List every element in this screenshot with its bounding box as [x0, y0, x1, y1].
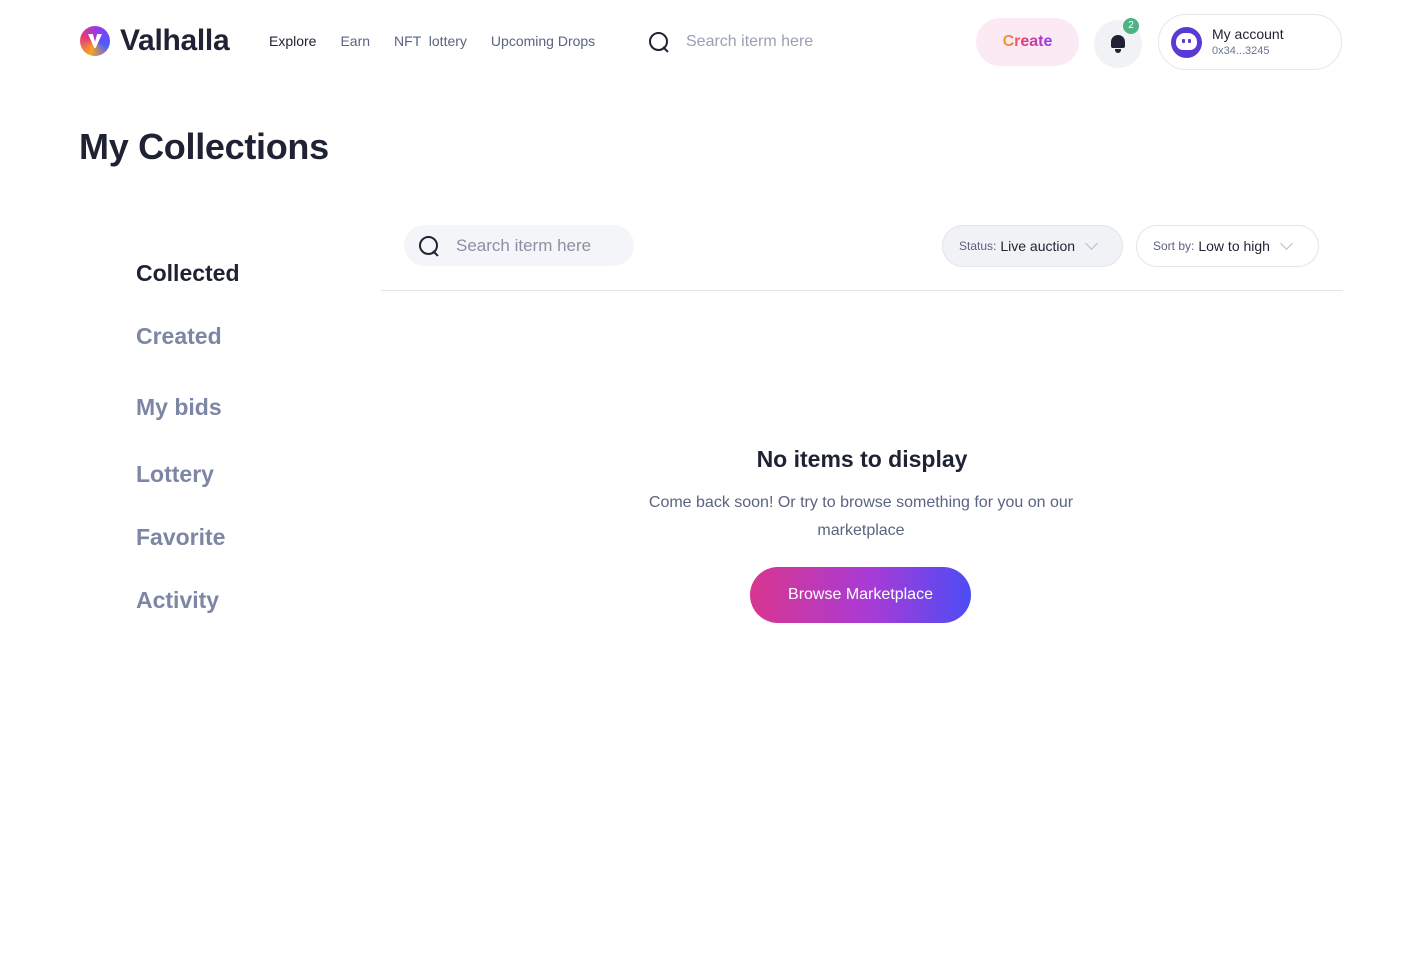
collection-search-input[interactable]	[456, 235, 626, 256]
browse-marketplace-button[interactable]: Browse Marketplace	[750, 567, 971, 623]
create-button-label: Create	[1002, 33, 1053, 50]
sidebar-item-created[interactable]: Created	[136, 323, 222, 350]
main-nav: Explore Earn NFT lottery Upcoming Drops	[269, 33, 619, 49]
empty-state-description: Come back soon! Or try to browse somethi…	[648, 494, 1074, 539]
status-value: Live auction	[1000, 238, 1076, 254]
divider	[381, 290, 1343, 291]
header-search	[648, 28, 948, 56]
search-icon[interactable]	[418, 235, 440, 257]
logo-icon	[80, 26, 110, 56]
status-dropdown[interactable]: Status: Live auction	[942, 225, 1123, 267]
logo[interactable]: Valhalla	[80, 24, 230, 58]
chevron-down-icon	[1085, 237, 1098, 250]
sort-label: Sort by:	[1153, 239, 1195, 253]
sidebar-item-my-bids[interactable]: My bids	[136, 394, 222, 421]
sidebar-item-activity[interactable]: Activity	[136, 587, 219, 614]
sort-dropdown[interactable]: Sort by: Low to high	[1136, 225, 1319, 267]
sidebar-item-lottery[interactable]: Lottery	[136, 461, 214, 488]
sidebar-item-collected[interactable]: Collected	[136, 260, 240, 287]
nav-upcoming-drops[interactable]: Upcoming Drops	[491, 33, 595, 49]
nav-earn[interactable]: Earn	[340, 33, 370, 49]
account-name: My account	[1212, 26, 1284, 42]
status-label: Status:	[959, 239, 997, 253]
logo-text: Valhalla	[120, 24, 230, 57]
page-title: My Collections	[79, 126, 329, 167]
account-button[interactable]: My account 0x34...3245	[1158, 14, 1342, 70]
sidebar-item-favorite[interactable]: Favorite	[136, 524, 225, 551]
create-button[interactable]: Create	[976, 18, 1079, 66]
top-header: Valhalla Explore Earn NFT lottery Upcomi…	[0, 0, 1416, 86]
nav-nft-lottery[interactable]: NFT lottery	[394, 33, 467, 49]
nav-explore[interactable]: Explore	[269, 33, 316, 49]
header-search-input[interactable]	[686, 33, 926, 51]
bell-icon	[1110, 35, 1126, 53]
account-address: 0x34...3245	[1212, 45, 1270, 57]
collection-search	[404, 225, 634, 266]
avatar	[1171, 27, 1202, 58]
search-icon[interactable]	[648, 31, 670, 53]
chevron-down-icon	[1280, 237, 1293, 250]
notification-badge: 2	[1123, 18, 1139, 34]
sort-value: Low to high	[1198, 238, 1270, 254]
empty-state-title: No items to display	[756, 446, 968, 472]
